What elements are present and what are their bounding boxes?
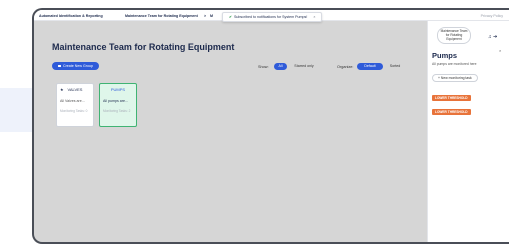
page-title: Maintenance Team for Rotating Equipment [52, 42, 235, 52]
organize-default-toggle[interactable]: Default [357, 63, 383, 70]
card-footer: Monitoring Tasks: 2 [103, 109, 131, 113]
breadcrumb-current[interactable]: M [210, 14, 213, 18]
group-card-pumps[interactable]: PUMPS All pumps are... Monitoring Tasks:… [99, 83, 137, 127]
card-title: VALVES [67, 87, 83, 92]
panel-title: Pumps [432, 51, 458, 60]
card-title: PUMPS [110, 87, 126, 92]
app-window: Automated Identification & Reporting Mai… [32, 8, 509, 244]
team-pill[interactable]: Maintenance Team for Rotating Equipment [437, 27, 471, 45]
create-group-label: Create New Group [63, 64, 93, 68]
check-icon: ✔ [229, 15, 233, 19]
privacy-policy-link[interactable]: Privacy Policy [481, 14, 503, 18]
toast-text: Subscribed to notifications for System P… [234, 15, 308, 19]
breadcrumb-separator: > [204, 14, 207, 18]
threshold-badge[interactable]: LOWER THRESHOLD [432, 95, 471, 101]
folder-icon [58, 64, 61, 68]
new-monitoring-task-button[interactable]: + New monitoring task [432, 74, 478, 82]
main-area: Maintenance Team for Rotating Equipment … [34, 21, 427, 242]
organize-sorted-toggle[interactable]: Sorted [385, 63, 405, 70]
group-card-valves[interactable]: ★ VALVES All Valves are... Monitoring Ta… [56, 83, 94, 127]
arrow-right-icon[interactable]: ➔ [493, 34, 497, 40]
organize-label: Organize: [337, 65, 354, 69]
panel-subtitle: All pumps are monitored here [432, 62, 477, 66]
breadcrumb-root[interactable]: Automated Identification & Reporting [39, 14, 103, 18]
breadcrumb-team[interactable]: Maintenance Team for Rotating Equipment [125, 14, 198, 18]
show-starred-toggle[interactable]: Starred only [289, 63, 319, 70]
panel-actions: ♫ ➔ [488, 34, 497, 40]
toast-close-icon[interactable]: × [313, 15, 315, 19]
bell-icon[interactable]: ♫ [488, 34, 492, 40]
show-all-toggle[interactable]: All [274, 63, 287, 70]
panel-close-icon[interactable]: × [499, 48, 501, 53]
show-label: Show: [258, 65, 269, 69]
card-footer: Monitoring Tasks: 0 [60, 109, 88, 113]
detail-panel: Maintenance Team for Rotating Equipment … [427, 21, 509, 242]
threshold-badge[interactable]: LOWER THRESHOLD [432, 109, 471, 115]
create-group-button[interactable]: Create New Group [52, 62, 99, 70]
card-description: All Valves are... [60, 99, 85, 103]
card-description: All pumps are... [103, 99, 128, 103]
